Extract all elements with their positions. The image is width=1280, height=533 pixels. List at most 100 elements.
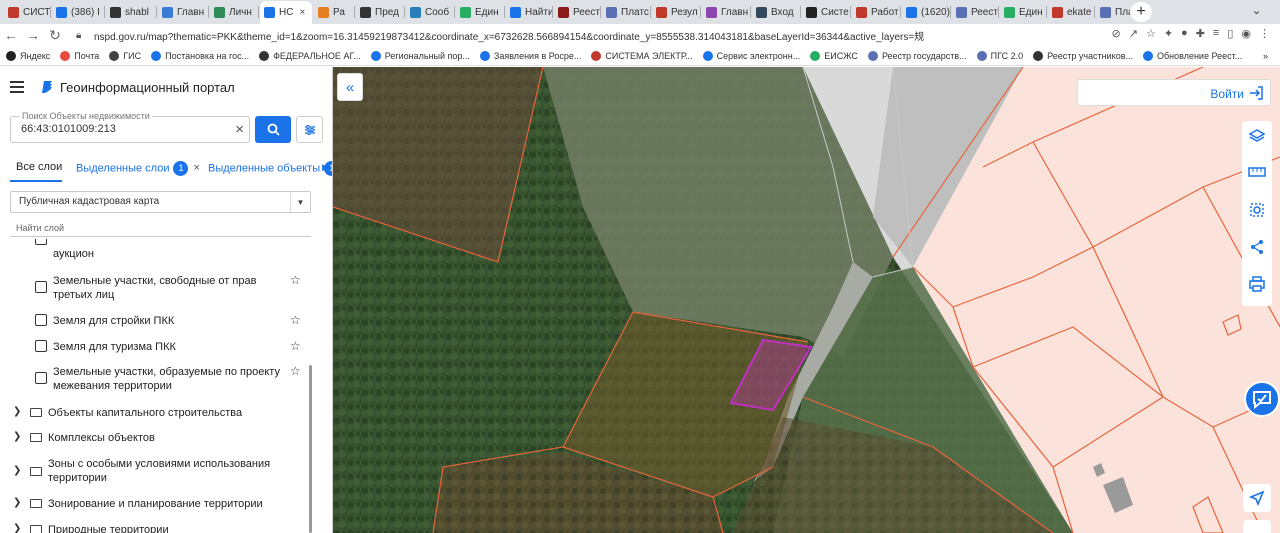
browser-tab[interactable]: Главн — [158, 2, 208, 22]
search-input[interactable] — [21, 123, 221, 135]
bookmark-favicon-icon — [259, 50, 270, 61]
share-icon[interactable] — [1248, 238, 1266, 256]
browser-tab[interactable]: Найти — [506, 2, 552, 22]
layer-checkbox[interactable] — [35, 340, 47, 352]
browser-tab[interactable]: Реест — [554, 2, 600, 22]
browser-tab[interactable]: (1620) — [902, 2, 950, 22]
url-field[interactable]: 🔒︎ nspd.gov.ru/map?thematic=PKK&theme_id… — [76, 26, 1076, 44]
translate-icon[interactable]: ⊘ — [1112, 27, 1121, 40]
favorite-star-icon[interactable]: ☆ — [290, 364, 301, 378]
panel-scrollbar[interactable] — [309, 365, 312, 533]
browser-tab[interactable]: shabl — [106, 2, 156, 22]
bookmark-item[interactable]: Почта — [60, 50, 99, 61]
area-select-icon[interactable] — [1248, 201, 1266, 219]
bookmark-item[interactable]: ГИС — [109, 50, 141, 61]
extensions-puzzle-icon[interactable]: ✚ — [1196, 27, 1205, 40]
browser-tab[interactable]: Резул — [652, 2, 700, 22]
expand-chevron-icon[interactable]: ❯ — [13, 523, 21, 533]
ruler-icon[interactable] — [1248, 163, 1266, 181]
bookmark-label: Яндекс — [20, 50, 51, 61]
expand-chevron-icon[interactable]: ❯ — [13, 431, 21, 442]
bookmark-item[interactable]: Обновление Реест... — [1143, 50, 1242, 61]
bookmark-item[interactable]: ПГС 2.0 — [976, 50, 1023, 61]
favorite-star-icon[interactable]: ☆ — [290, 313, 301, 327]
reading-list-icon[interactable]: ≡ — [1213, 27, 1219, 40]
tab-all-layers[interactable]: Все слои — [16, 161, 62, 173]
lock-icon[interactable]: 🔒︎ — [76, 30, 88, 41]
close-icon[interactable]: × — [193, 162, 199, 174]
bookmark-star-icon[interactable]: ☆ — [1146, 27, 1156, 40]
map-tool-button[interactable] — [1243, 520, 1271, 533]
bookmark-favicon-icon — [370, 50, 381, 61]
browser-tab[interactable]: Платс — [602, 2, 650, 22]
new-tab-button[interactable]: + — [1130, 2, 1152, 22]
login-button[interactable]: Войти — [1077, 79, 1271, 106]
back-arrow-icon[interactable]: ← — [0, 24, 22, 46]
browser-tab[interactable]: Сооб — [406, 2, 454, 22]
bookmark-item[interactable]: Реестр государств... — [867, 50, 967, 61]
bookmarks-more-icon[interactable]: » — [1263, 51, 1268, 61]
browser-tab[interactable]: НС × — [260, 1, 312, 24]
browser-tab[interactable]: Пред — [356, 2, 404, 22]
close-tab-icon[interactable]: × — [299, 7, 305, 18]
bookmark-item[interactable]: Реестр участников... — [1033, 50, 1133, 61]
side-panel-icon[interactable]: ▯ — [1227, 27, 1233, 40]
tab-selected-layers[interactable]: Выделенные слои 1 × — [76, 161, 200, 176]
browser-tab[interactable]: СИСТ — [4, 2, 50, 22]
bookmark-item[interactable]: СИСТЕМА ЭЛЕКТР... — [591, 50, 693, 61]
collapse-panel-button[interactable]: « — [337, 73, 363, 101]
bookmark-item[interactable]: Региональный пор... — [370, 50, 470, 61]
bookmark-item[interactable]: ЕИСЖС — [810, 50, 858, 61]
find-layer-input[interactable]: Найти слой — [16, 223, 64, 233]
map-canvas[interactable] — [333, 67, 1280, 533]
bookmark-item[interactable]: ФЕДЕРАЛЬНОЕ АГ... — [259, 50, 361, 61]
browser-tab[interactable]: Личн — [210, 2, 258, 22]
expand-chevron-icon[interactable]: ❯ — [13, 497, 21, 508]
favorite-star-icon[interactable]: ☆ — [290, 339, 301, 353]
browser-menu-icon[interactable]: ⋮ — [1259, 27, 1270, 40]
print-icon[interactable] — [1248, 275, 1266, 293]
browser-tab[interactable]: Ра — [314, 2, 354, 22]
search-button[interactable] — [255, 116, 291, 143]
reload-icon[interactable]: ↻ — [44, 24, 66, 46]
layer-checkbox[interactable] — [35, 372, 47, 384]
browser-tab[interactable]: (386) I — [52, 2, 104, 22]
bookmark-item[interactable]: Заявления в Росре... — [479, 50, 581, 61]
basemap-select[interactable]: Публичная кадастровая карта ▼ — [10, 191, 311, 213]
tab-selected-objects[interactable]: Выделенные объекты1 — [208, 161, 332, 176]
tab-search-chevron-icon[interactable]: ⌄ — [1252, 4, 1261, 17]
satellite-map[interactable] — [333, 67, 1280, 533]
share-icon[interactable]: ↗ — [1129, 27, 1138, 40]
bookmark-favicon-icon — [151, 50, 162, 61]
menu-hamburger-icon[interactable] — [10, 81, 24, 93]
extension-icon[interactable]: ● — [1181, 27, 1188, 40]
bookmark-item[interactable]: Яндекс — [6, 50, 51, 61]
layer-checkbox[interactable] — [35, 239, 47, 245]
layers-icon[interactable] — [1248, 127, 1266, 145]
extension-icon[interactable]: ✦ — [1164, 27, 1173, 40]
browser-tab[interactable]: Главн — [702, 2, 750, 22]
browser-tab[interactable]: Един — [456, 2, 504, 22]
clear-search-icon[interactable]: × — [235, 121, 244, 138]
geolocation-button[interactable] — [1243, 484, 1271, 512]
browser-tab[interactable]: Вход — [752, 2, 800, 22]
layer-checkbox[interactable] — [35, 281, 47, 293]
search-box[interactable]: Поиск Объекты недвижимости × — [10, 111, 250, 143]
support-chat-button[interactable] — [1244, 381, 1280, 417]
bookmark-item[interactable]: Сервис электронн... — [702, 50, 800, 61]
search-filter-button[interactable] — [296, 116, 323, 143]
layer-checkbox[interactable] — [35, 314, 47, 326]
expand-chevron-icon[interactable]: ❯ — [13, 406, 21, 417]
browser-tab[interactable]: ekate — [1048, 2, 1094, 22]
favorite-star-icon[interactable]: ☆ — [290, 273, 301, 287]
browser-tab[interactable]: Систе — [802, 2, 850, 22]
bookmark-item[interactable]: Постановка на гос... — [151, 50, 249, 61]
browser-tab[interactable]: Реест — [952, 2, 998, 22]
browser-tab[interactable]: Работ — [852, 2, 900, 22]
tabs-scroll-right-icon[interactable]: ▶ — [322, 162, 329, 173]
forward-arrow-icon[interactable]: → — [22, 24, 44, 46]
browser-tab[interactable]: Един — [1000, 2, 1046, 22]
dropdown-arrow-icon[interactable]: ▼ — [290, 192, 310, 212]
profile-avatar[interactable]: ◉ — [1241, 27, 1251, 40]
expand-chevron-icon[interactable]: ❯ — [13, 465, 21, 476]
